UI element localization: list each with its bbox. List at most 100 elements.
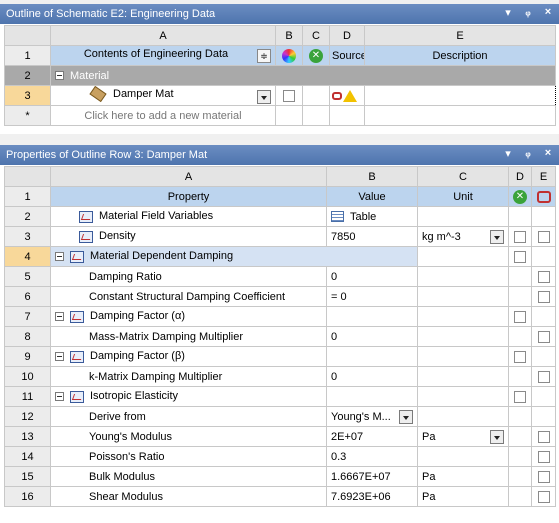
property-row[interactable]: 8 Mass-Matrix Damping Multiplier 0	[4, 326, 556, 347]
property-row[interactable]: 12 Derive from Young's M...	[4, 406, 556, 427]
checkbox[interactable]	[514, 230, 526, 243]
property-label[interactable]: Derive from	[50, 406, 327, 427]
suppress-cell[interactable]	[508, 226, 532, 247]
property-value[interactable]: Young's M...	[326, 406, 418, 427]
property-row[interactable]: 11 Isotropic Elasticity	[4, 386, 556, 407]
property-label[interactable]: Shear Modulus	[50, 486, 327, 507]
property-header[interactable]: Property	[50, 186, 327, 207]
material-description-cell[interactable]	[364, 85, 556, 106]
collapse-icon[interactable]	[55, 392, 64, 402]
property-label[interactable]: Constant Structural Damping Coefficient	[50, 286, 327, 307]
col-letter-c[interactable]: C	[417, 166, 509, 187]
checkbox[interactable]	[537, 270, 550, 283]
checkbox[interactable]	[514, 390, 526, 403]
collapse-icon[interactable]	[55, 312, 64, 322]
source-header[interactable]: Source	[329, 45, 365, 66]
contents-header[interactable]: Contents of Engineering Data ≑	[50, 45, 276, 66]
property-value[interactable]: = 0	[326, 286, 418, 307]
material-suppress-checkbox-cell[interactable]	[275, 85, 303, 106]
property-value[interactable]: 7850	[326, 226, 418, 247]
checkbox[interactable]	[514, 310, 526, 323]
property-row[interactable]: 15 Bulk Modulus 1.6667E+07 Pa	[4, 466, 556, 487]
col-letter-b[interactable]: B	[326, 166, 418, 187]
property-row[interactable]: 16 Shear Modulus 7.6923E+06 Pa	[4, 486, 556, 507]
parameter-cell[interactable]	[531, 466, 556, 487]
property-row[interactable]: 10 k-Matrix Damping Multiplier 0	[4, 366, 556, 387]
property-value[interactable]: 2E+07	[326, 426, 418, 447]
property-value[interactable]: 0	[326, 366, 418, 387]
property-row[interactable]: 14 Poisson's Ratio 0.3	[4, 446, 556, 467]
property-label[interactable]: Damping Ratio	[50, 266, 327, 287]
parameter-cell[interactable]	[531, 326, 556, 347]
checkbox[interactable]	[283, 89, 295, 102]
property-value[interactable]: 1.6667E+07	[326, 466, 418, 487]
material-dropdown[interactable]	[257, 89, 271, 104]
description-header[interactable]: Description	[364, 45, 556, 66]
add-material-placeholder[interactable]: Click here to add a new material	[50, 105, 276, 126]
collapse-icon[interactable]	[55, 352, 64, 362]
parameter-cell[interactable]	[531, 366, 556, 387]
close-icon[interactable]: ×	[543, 6, 553, 19]
property-label[interactable]: Density	[50, 226, 327, 247]
property-row[interactable]: 7 Damping Factor (α)	[4, 306, 556, 327]
property-row[interactable]: 6 Constant Structural Damping Coefficien…	[4, 286, 556, 307]
suppress-cell[interactable]	[508, 246, 532, 267]
property-label[interactable]: Damping Factor (α)	[50, 306, 327, 327]
collapse-icon[interactable]	[55, 71, 64, 81]
parameter-cell[interactable]	[531, 486, 556, 507]
suppress-cell[interactable]	[508, 346, 532, 367]
col-letter-e[interactable]: E	[531, 166, 556, 187]
property-row[interactable]: 5 Damping Ratio 0	[4, 266, 556, 287]
property-label[interactable]: Mass-Matrix Damping Multiplier	[50, 326, 327, 347]
unit-header[interactable]: Unit	[417, 186, 509, 207]
suppress-cell[interactable]	[508, 306, 532, 327]
close-icon[interactable]: ×	[543, 147, 553, 160]
property-value[interactable]: 0	[326, 266, 418, 287]
property-row[interactable]: 9 Damping Factor (β)	[4, 346, 556, 367]
category-material[interactable]: Material	[50, 65, 556, 86]
parameter-cell[interactable]	[531, 286, 556, 307]
checkbox[interactable]	[537, 290, 550, 303]
property-row[interactable]: 2 Material Field Variables Table	[4, 206, 556, 227]
material-source-cell[interactable]	[329, 85, 365, 106]
sort-icon[interactable]: ≑	[257, 49, 271, 63]
derive-from-dropdown[interactable]	[399, 409, 413, 424]
material-row[interactable]: 3 Damper Mat	[4, 85, 556, 106]
parameter-cell[interactable]	[531, 266, 556, 287]
property-label[interactable]: Bulk Modulus	[50, 466, 327, 487]
col-letter-b[interactable]: B	[275, 25, 303, 46]
checkbox[interactable]	[537, 450, 550, 463]
checkbox[interactable]	[537, 330, 550, 343]
property-label[interactable]: Damping Factor (β)	[50, 346, 327, 367]
checkbox[interactable]	[537, 490, 550, 503]
checkbox[interactable]	[514, 350, 526, 363]
category-row[interactable]: 2 Material	[4, 65, 556, 86]
add-material-row[interactable]: * Click here to add a new material	[4, 105, 556, 126]
property-label[interactable]: Young's Modulus	[50, 426, 327, 447]
col-letter-c[interactable]: C	[302, 25, 330, 46]
property-unit[interactable]: kg m^-3	[417, 226, 509, 247]
checkbox[interactable]	[537, 370, 550, 383]
checkbox[interactable]	[537, 430, 550, 443]
col-letter-e[interactable]: E	[364, 25, 556, 46]
parameter-cell[interactable]	[531, 226, 556, 247]
col-letter-a[interactable]: A	[50, 25, 276, 46]
checkbox[interactable]	[537, 470, 550, 483]
checkbox[interactable]	[537, 230, 550, 243]
property-unit[interactable]: Pa	[417, 426, 509, 447]
dropdown-arrow-icon[interactable]: ▾	[503, 147, 513, 160]
pin-icon[interactable]: ᵩ	[523, 6, 533, 19]
suppress-cell[interactable]	[508, 386, 532, 407]
unit-dropdown[interactable]	[490, 229, 504, 244]
property-label[interactable]: Isotropic Elasticity	[50, 386, 327, 407]
property-value[interactable]: 7.6923E+06	[326, 486, 418, 507]
parameter-cell[interactable]	[531, 446, 556, 467]
property-label[interactable]: Material Field Variables	[50, 206, 327, 227]
checkbox[interactable]	[514, 250, 526, 263]
property-value[interactable]: Table	[326, 206, 418, 227]
collapse-icon[interactable]	[55, 252, 64, 262]
property-row[interactable]: 3 Density 7850 kg m^-3	[4, 226, 556, 247]
pin-icon[interactable]: ᵩ	[523, 147, 533, 160]
dropdown-arrow-icon[interactable]: ▾	[503, 6, 513, 19]
col-letter-d[interactable]: D	[329, 25, 365, 46]
